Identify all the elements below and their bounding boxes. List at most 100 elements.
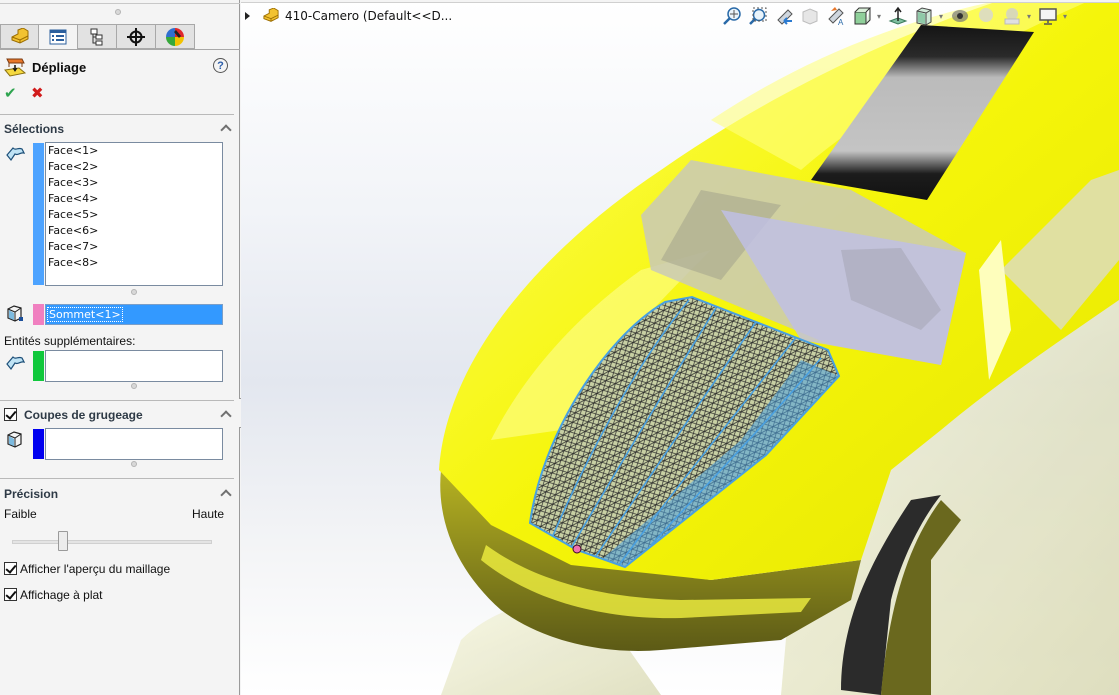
collapse-precision-chevron-icon[interactable] xyxy=(219,488,233,498)
view-settings-icon xyxy=(1004,8,1020,25)
monitor-icon xyxy=(1039,8,1057,25)
hide-show-items-icon xyxy=(916,7,932,26)
tab-propertymanager[interactable] xyxy=(39,24,78,50)
feature-title-text: Dépliage xyxy=(32,59,87,75)
list-item[interactable]: Face<5> xyxy=(46,207,222,223)
precision-high-label: Haute xyxy=(192,507,225,521)
appearance-ball-icon xyxy=(166,27,184,46)
view-orientation-icon xyxy=(854,7,872,25)
display-style-normal-icon xyxy=(888,6,908,25)
collapse-relief-cuts-chevron-icon[interactable] xyxy=(219,409,233,419)
additional-entities-list[interactable] xyxy=(45,350,223,382)
selections-section-title: Sélections xyxy=(4,122,65,136)
heads-up-view-toolbar: A ▾ ▾ ▾ ▾ xyxy=(721,5,1069,27)
section-divider xyxy=(0,478,234,479)
cancel-button[interactable]: ✖ xyxy=(31,84,44,102)
view-orientation-button[interactable] xyxy=(851,5,873,27)
view-settings-dropdown-icon[interactable]: ▾ xyxy=(1027,12,1033,21)
additional-color-indicator xyxy=(33,351,44,381)
view-settings-button[interactable] xyxy=(1001,5,1023,27)
zoom-to-area-icon xyxy=(749,7,767,25)
faces-color-indicator xyxy=(33,143,44,285)
zoom-to-fit-icon xyxy=(723,7,741,25)
help-icon[interactable]: ? xyxy=(213,58,228,73)
list-resize-handle[interactable] xyxy=(131,383,137,389)
relief-cuts-color-indicator xyxy=(33,429,44,459)
mesh-preview-checkbox[interactable] xyxy=(4,562,17,575)
svg-text:A: A xyxy=(838,18,844,26)
flatten-surface-icon xyxy=(4,58,26,77)
hide-show-dropdown-icon[interactable]: ▾ xyxy=(939,12,945,21)
list-item[interactable]: Face<3> xyxy=(46,175,222,191)
relief-cuts-list[interactable] xyxy=(45,428,223,460)
additional-entities-label: Entités supplémentaires: xyxy=(4,334,136,348)
list-item[interactable]: Face<4> xyxy=(46,191,222,207)
fixed-vertex-value: Sommet<1> xyxy=(47,307,123,322)
list-item[interactable]: Face<1> xyxy=(46,143,222,159)
precision-low-label: Faible xyxy=(4,507,37,521)
tab-featuremanager[interactable] xyxy=(0,24,39,49)
part-icon xyxy=(263,8,279,22)
display-style-button[interactable] xyxy=(887,5,909,27)
vertex-selection-icon xyxy=(7,305,23,322)
apply-scene-button[interactable] xyxy=(975,5,997,27)
list-item xyxy=(46,351,222,367)
graphics-area[interactable]: 410-Camero (Default<<D... A ▾ ▾ ▾ ▾ xyxy=(241,0,1119,695)
edit-appearance-icon xyxy=(952,10,968,22)
relief-cuts-checkbox[interactable] xyxy=(4,408,17,421)
section-view-button[interactable] xyxy=(799,5,821,27)
panel-splitter-handle[interactable] xyxy=(115,9,121,15)
feature-tree-root[interactable]: 410-Camero (Default<<D... xyxy=(245,8,452,24)
monitor-dropdown-icon[interactable]: ▾ xyxy=(1063,12,1069,21)
car-model-scene[interactable] xyxy=(241,0,1119,695)
property-list-icon xyxy=(49,29,67,45)
dynamic-annotation-views-button[interactable]: A xyxy=(825,5,847,27)
list-item[interactable]: Face<6> xyxy=(46,223,222,239)
tab-dimxpertmanager[interactable] xyxy=(117,24,156,49)
entity-selection-icon xyxy=(6,356,25,371)
zoom-to-area-button[interactable] xyxy=(747,5,769,27)
zoom-to-fit-button[interactable] xyxy=(721,5,743,27)
previous-view-button[interactable] xyxy=(773,5,795,27)
monitor-button[interactable] xyxy=(1037,5,1059,27)
expand-arrow-icon[interactable] xyxy=(245,12,250,20)
list-item xyxy=(46,429,222,445)
part-icon xyxy=(11,27,28,44)
property-manager-panel: Dépliage ? ✔ ✖ Sélections Face<1> Face<2… xyxy=(0,0,240,695)
apply-scene-icon xyxy=(979,8,993,22)
solid-body-selection-icon xyxy=(7,431,22,448)
section-divider xyxy=(0,400,234,401)
list-item[interactable]: Face<8> xyxy=(46,255,222,271)
crosshair-icon xyxy=(127,27,145,46)
collapse-selections-chevron-icon[interactable] xyxy=(219,123,233,133)
face-selection-icon xyxy=(6,147,25,162)
relief-cuts-section-title: Coupes de grugeage xyxy=(24,408,143,422)
edit-appearance-button[interactable] xyxy=(949,5,971,27)
fixed-vertex-marker[interactable] xyxy=(572,544,582,554)
configuration-tree-icon xyxy=(90,28,103,45)
manager-tabs xyxy=(0,24,195,50)
dynamic-annotation-views-icon: A xyxy=(828,7,844,26)
panel-top-border xyxy=(0,0,240,4)
list-item[interactable]: Face<2> xyxy=(46,159,222,175)
list-resize-handle[interactable] xyxy=(131,289,137,295)
section-view-icon xyxy=(802,8,818,25)
list-item[interactable]: Face<7> xyxy=(46,239,222,255)
fixed-vertex-field[interactable]: Sommet<1> xyxy=(45,304,223,325)
ok-button[interactable]: ✔ xyxy=(4,84,17,102)
flat-display-checkbox[interactable] xyxy=(4,588,17,601)
list-resize-handle[interactable] xyxy=(131,461,137,467)
graphics-top-border xyxy=(241,0,1119,3)
tab-configurationmanager[interactable] xyxy=(78,24,117,49)
precision-slider-track[interactable] xyxy=(12,540,212,544)
tabs-divider xyxy=(0,49,240,50)
tab-displaymanager[interactable] xyxy=(156,24,195,49)
faces-selection-list[interactable]: Face<1> Face<2> Face<3> Face<4> Face<5> … xyxy=(45,142,223,286)
view-orientation-dropdown-icon[interactable]: ▾ xyxy=(877,12,883,21)
precision-slider-thumb[interactable] xyxy=(57,531,68,551)
mesh-preview-label: Afficher l'aperçu du maillage xyxy=(20,562,171,576)
section-divider xyxy=(0,114,234,115)
part-name[interactable]: 410-Camero (Default<<D... xyxy=(285,9,452,23)
hide-show-items-button[interactable] xyxy=(913,5,935,27)
precision-section-title: Précision xyxy=(4,487,59,501)
